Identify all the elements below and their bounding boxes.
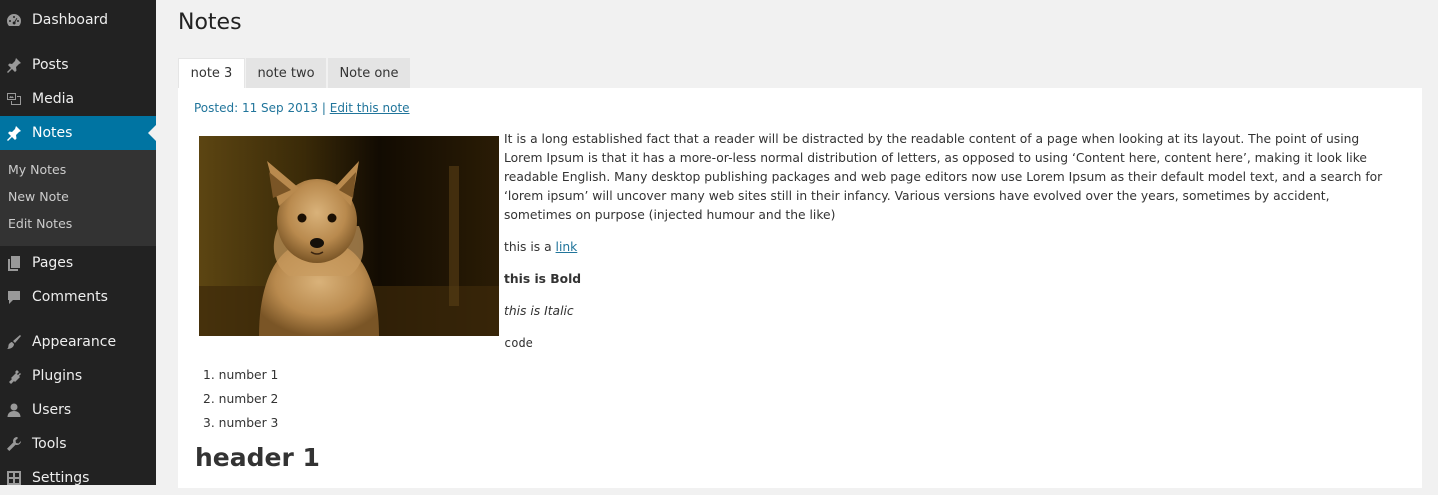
edit-note-link[interactable]: Edit this note (330, 101, 410, 115)
wrench-icon (6, 436, 22, 452)
list-marker: 3. (203, 416, 215, 430)
comment-icon (6, 289, 22, 305)
brush-icon (6, 334, 22, 350)
menu-item-dashboard[interactable]: Dashboard (0, 3, 156, 37)
posted-date: Posted: 11 Sep 2013 (194, 101, 318, 115)
link-prefix: this is a (504, 240, 552, 254)
dashboard-icon (6, 12, 22, 28)
note-meta: Posted: 11 Sep 2013 | Edit this note (194, 101, 410, 115)
link-line: this is a link (504, 240, 577, 254)
note-panel: Posted: 11 Sep 2013 | Edit this note (178, 88, 1422, 488)
menu-label: Pages (32, 255, 73, 271)
list-marker: 1. (203, 368, 215, 382)
main-content: Notes note 3 note two Note one Posted: 1… (156, 0, 1438, 485)
italic-text: this is Italic (504, 304, 574, 318)
user-icon (6, 402, 22, 418)
pages-icon (6, 255, 22, 271)
submenu-my-notes[interactable]: My Notes (8, 160, 66, 180)
menu-label: Comments (32, 289, 108, 305)
menu-label: Media (32, 91, 74, 107)
menu-item-appearance[interactable]: Appearance (0, 325, 156, 359)
menu-label: Notes (32, 125, 72, 141)
plug-icon (6, 368, 22, 384)
list-item: 2. number 2 (203, 392, 278, 406)
meta-separator: | (322, 101, 326, 115)
notes-submenu: My Notes New Note Edit Notes (0, 150, 156, 246)
pin-icon (6, 57, 22, 73)
menu-item-pages[interactable]: Pages (0, 246, 156, 280)
menu-item-media[interactable]: Media (0, 82, 156, 116)
menu-item-notes[interactable]: Notes (0, 116, 156, 150)
list-item-text: number 1 (219, 368, 279, 382)
content-link[interactable]: link (556, 240, 578, 254)
list-item-text: number 2 (219, 392, 279, 406)
menu-item-settings[interactable]: Settings (0, 461, 156, 495)
menu-item-plugins[interactable]: Plugins (0, 359, 156, 393)
settings-icon (6, 470, 22, 486)
note-body-text: It is a long established fact that a rea… (504, 130, 1399, 225)
menu-label: Posts (32, 57, 69, 73)
list-marker: 2. (203, 392, 215, 406)
menu-item-tools[interactable]: Tools (0, 427, 156, 461)
menu-label: Plugins (32, 368, 82, 384)
code-text: code (504, 336, 533, 350)
pin-icon (6, 125, 22, 141)
menu-label: Appearance (32, 334, 116, 350)
menu-item-users[interactable]: Users (0, 393, 156, 427)
submenu-edit-notes[interactable]: Edit Notes (8, 214, 72, 234)
menu-label: Users (32, 402, 71, 418)
content-header: header 1 (195, 443, 320, 472)
admin-sidebar: Dashboard Posts Media Notes My Notes New… (0, 0, 156, 485)
media-icon (6, 91, 22, 107)
list-item-text: number 3 (219, 416, 279, 430)
menu-label: Settings (32, 470, 89, 486)
list-item: 1. number 1 (203, 368, 278, 382)
menu-label: Dashboard (32, 12, 108, 28)
bold-text: this is Bold (504, 272, 581, 286)
tab-note-3[interactable]: note 3 (178, 58, 245, 88)
submenu-new-note[interactable]: New Note (8, 187, 69, 207)
menu-item-posts[interactable]: Posts (0, 48, 156, 82)
list-item: 3. number 3 (203, 416, 278, 430)
tab-note-one[interactable]: Note one (328, 58, 410, 88)
tab-note-two[interactable]: note two (246, 58, 326, 88)
menu-label: Tools (32, 436, 67, 452)
dog-photo (199, 136, 499, 336)
page-title: Notes (178, 10, 242, 35)
menu-item-comments[interactable]: Comments (0, 280, 156, 314)
